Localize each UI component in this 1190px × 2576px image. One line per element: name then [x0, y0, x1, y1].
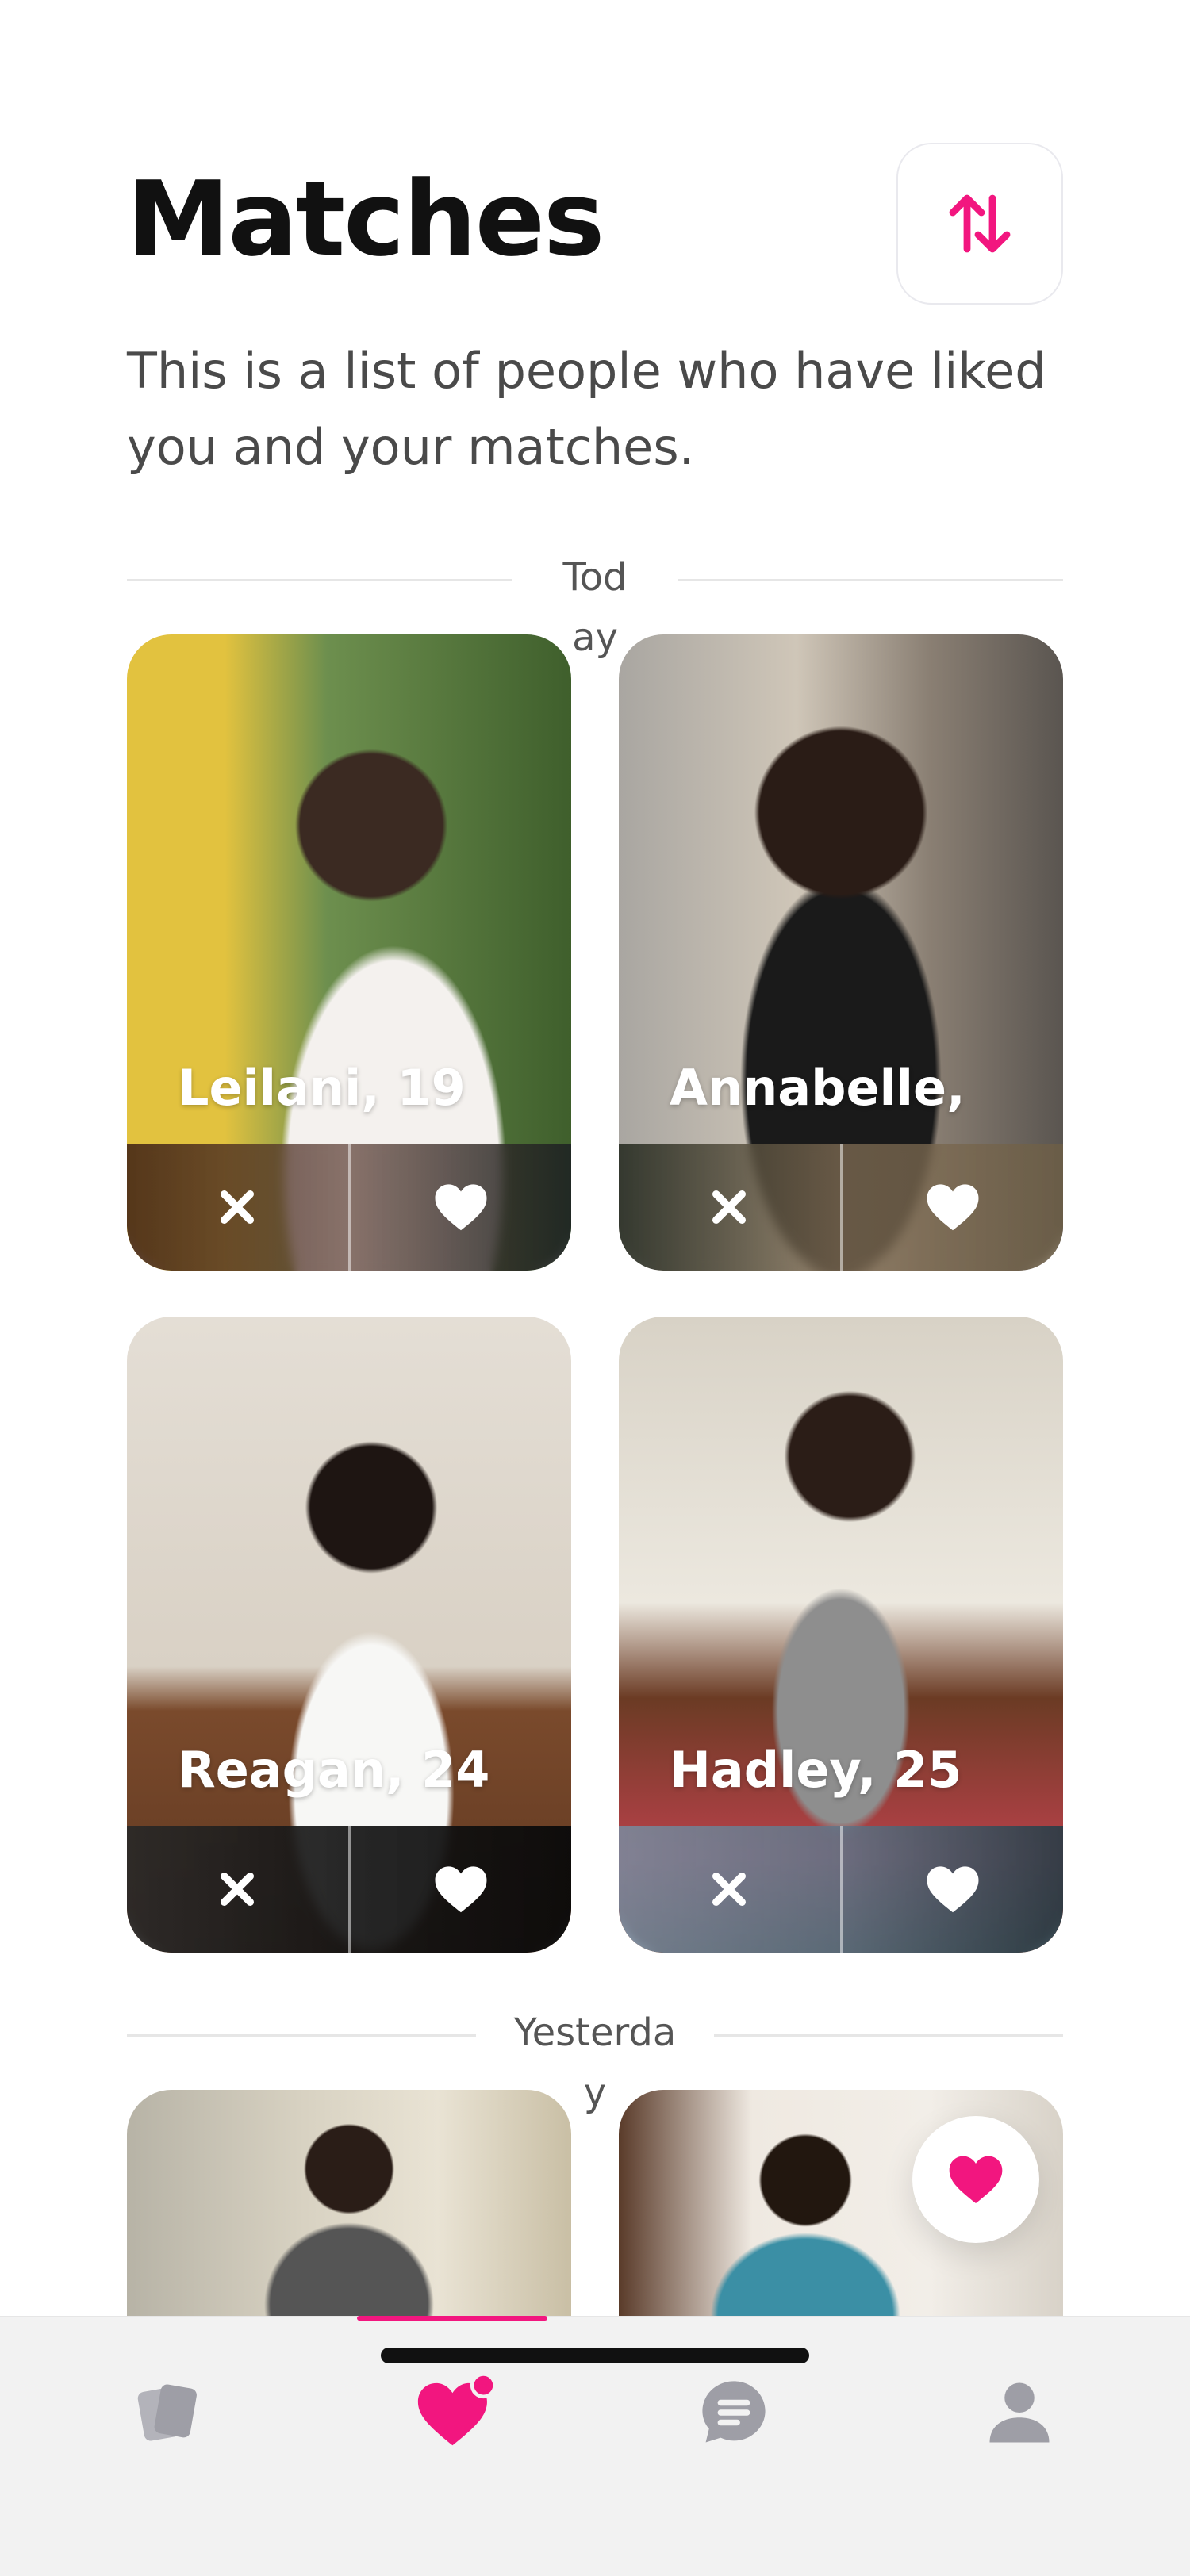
- match-card[interactable]: [127, 2090, 571, 2316]
- like-button[interactable]: [839, 1826, 1064, 1953]
- card-actions: [619, 1144, 1063, 1271]
- like-fab-button[interactable]: [912, 2116, 1039, 2243]
- match-name: Reagan, 24: [178, 1741, 490, 1799]
- match-card[interactable]: Annabelle,: [619, 634, 1063, 1271]
- card-actions: [619, 1826, 1063, 1953]
- close-icon: [712, 1190, 747, 1224]
- tab-matches[interactable]: [385, 2357, 528, 2468]
- heart-icon: [435, 1866, 487, 1913]
- like-button[interactable]: [839, 1144, 1064, 1271]
- matches-heart-icon: [417, 2372, 497, 2446]
- header: Matches: [127, 143, 1063, 325]
- match-name: Annabelle,: [670, 1059, 965, 1117]
- profile-photo: [127, 2090, 571, 2316]
- dislike-button[interactable]: [619, 1144, 840, 1271]
- dislike-button[interactable]: [619, 1826, 840, 1953]
- tab-discover[interactable]: [99, 2357, 242, 2468]
- heart-icon: [927, 1866, 979, 1913]
- close-icon: [221, 1873, 255, 1906]
- home-indicator: [381, 2348, 809, 2363]
- page-title: Matches: [127, 159, 605, 279]
- tab-messages[interactable]: [662, 2357, 805, 2468]
- cards-icon: [137, 2384, 197, 2441]
- close-icon: [221, 1190, 255, 1224]
- dislike-button[interactable]: [127, 1144, 348, 1271]
- heart-icon: [949, 2156, 1003, 2203]
- profile-icon: [989, 2382, 1050, 2443]
- active-tab-indicator: [357, 2316, 547, 2321]
- match-card[interactable]: Hadley, 25: [619, 1317, 1063, 1953]
- card-actions: [127, 1144, 571, 1271]
- match-name: Leilani, 19: [178, 1059, 466, 1117]
- match-card[interactable]: Leilani, 19: [127, 634, 571, 1271]
- sort-arrows-icon: [949, 194, 1011, 253]
- like-button[interactable]: [347, 1826, 572, 1953]
- tab-profile[interactable]: [948, 2357, 1091, 2468]
- like-button[interactable]: [347, 1144, 572, 1271]
- close-icon: [712, 1873, 747, 1906]
- card-actions: [127, 1826, 571, 1953]
- match-card[interactable]: Reagan, 24: [127, 1317, 571, 1953]
- messages-icon: [702, 2381, 766, 2443]
- dislike-button[interactable]: [127, 1826, 348, 1953]
- sort-button[interactable]: [896, 143, 1063, 305]
- heart-icon: [435, 1184, 487, 1231]
- page-subtitle: This is a list of people who have liked …: [127, 342, 1046, 476]
- heart-icon: [927, 1184, 979, 1231]
- match-name: Hadley, 25: [670, 1741, 962, 1799]
